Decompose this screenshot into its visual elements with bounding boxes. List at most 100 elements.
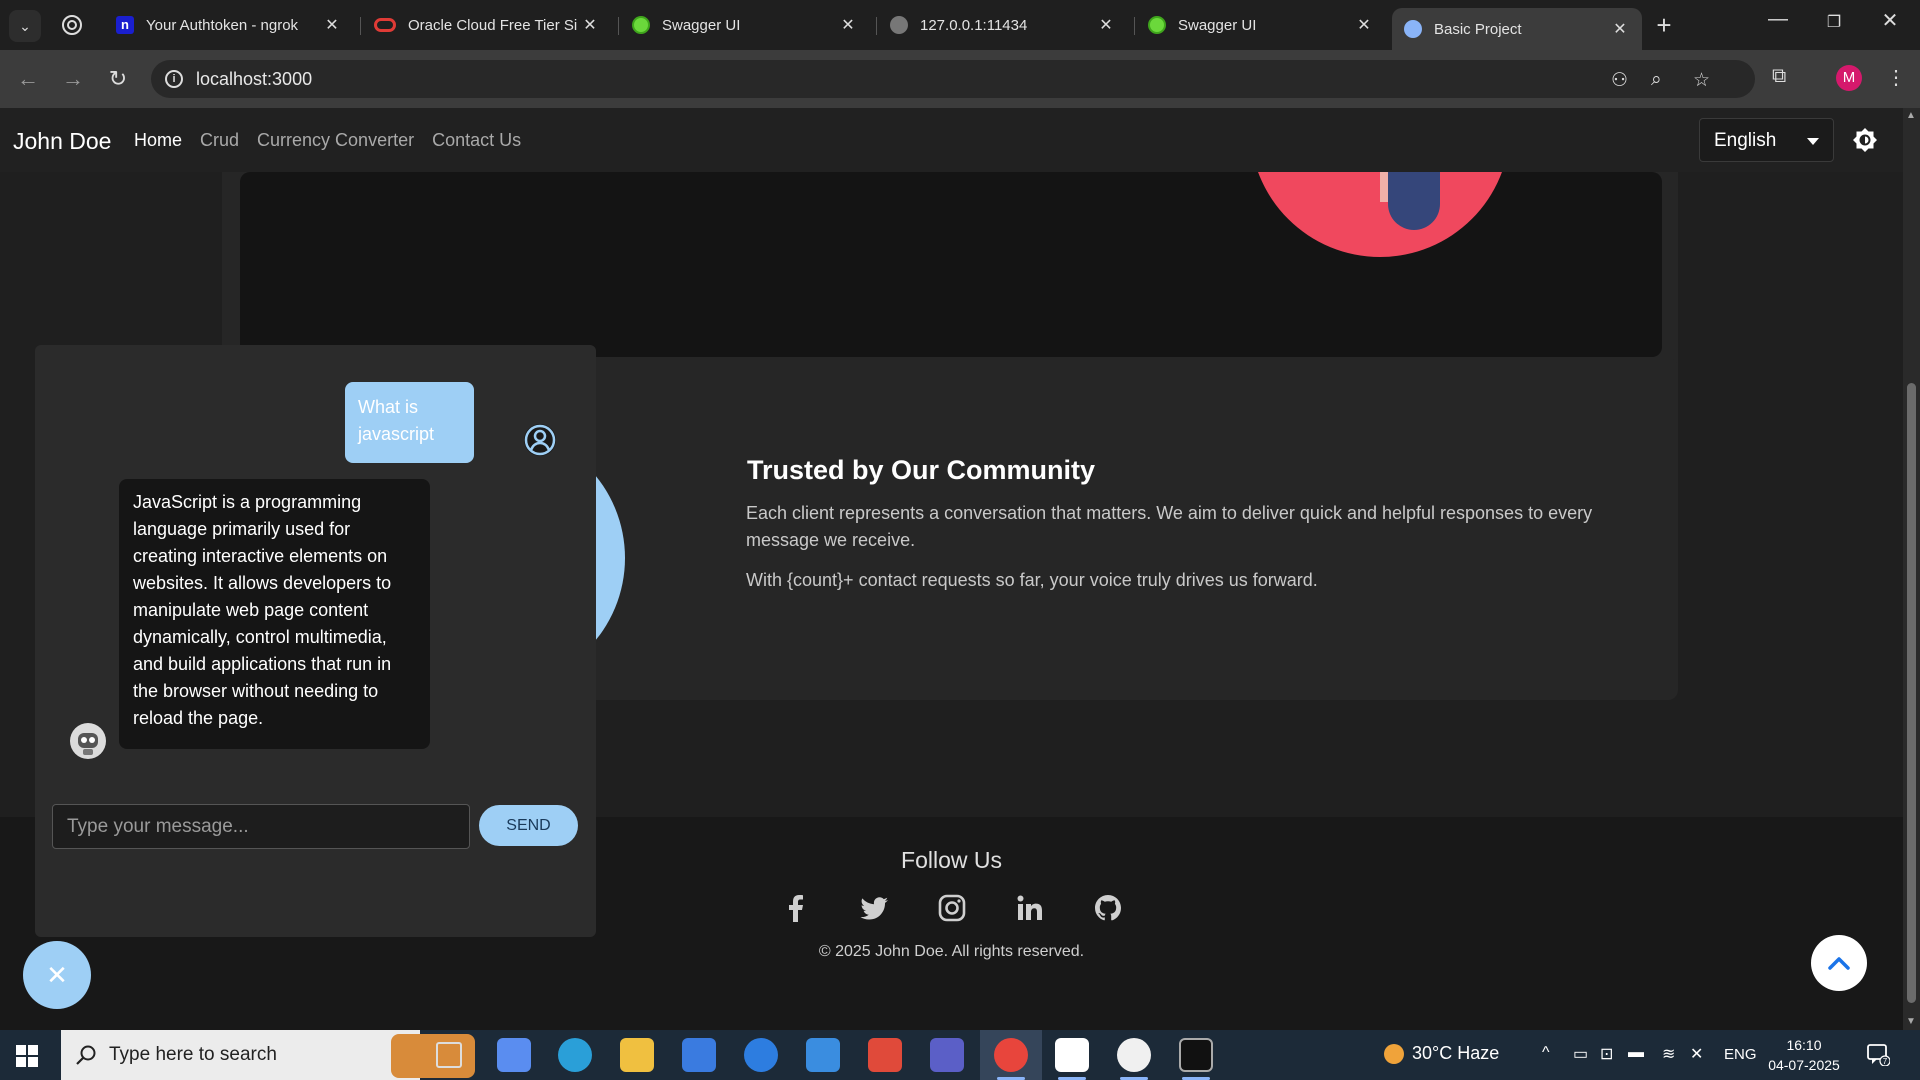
close-tab-icon[interactable]: ✕ (1354, 15, 1374, 35)
browser-tab-active[interactable]: Basic Project ✕ (1392, 8, 1642, 50)
close-tab-icon[interactable]: ✕ (838, 15, 858, 35)
windows-taskbar: Type here to search 30°C Haze ^ ▭ ⊡ ▬ ≋ … (0, 1030, 1920, 1080)
teams-icon[interactable] (930, 1038, 964, 1072)
tab-title: Swagger UI (662, 16, 741, 34)
close-window-icon[interactable]: ✕ (1870, 8, 1910, 33)
task-view-icon[interactable] (436, 1042, 462, 1068)
minimize-icon[interactable]: — (1758, 8, 1798, 31)
language-select[interactable]: English (1699, 118, 1834, 162)
bookmark-star-icon[interactable]: ☆ (1693, 69, 1710, 92)
twitter-icon[interactable] (858, 892, 890, 924)
language-value: English (1714, 130, 1777, 151)
edge-icon[interactable] (558, 1038, 592, 1072)
tab-title: Basic Project (1434, 20, 1522, 38)
scroll-down-arrow[interactable]: ▼ (1906, 1016, 1916, 1027)
tab-title: Swagger UI (1178, 16, 1257, 34)
tab-title: Your Authtoken - ngrok (146, 16, 299, 34)
profile-avatar[interactable]: M (1836, 65, 1862, 91)
browser-tab[interactable]: Swagger UI ✕ (1136, 8, 1386, 42)
app-icon[interactable] (744, 1038, 778, 1072)
copilot-icon[interactable] (497, 1038, 531, 1072)
copyright-text: © 2025 John Doe. All rights reserved. (818, 943, 1085, 960)
linkedin-icon[interactable] (1014, 892, 1046, 924)
chevron-up-icon (1828, 957, 1850, 970)
page-scrollbar[interactable]: ▲ ▼ (1903, 108, 1920, 1030)
battery-icon[interactable]: ▬ (1628, 1044, 1644, 1062)
hero-figure (1388, 172, 1440, 230)
react-icon (1404, 20, 1422, 38)
nav-home[interactable]: Home (134, 130, 182, 151)
webstorm-icon[interactable] (1055, 1038, 1089, 1072)
chatbot-window: What is javascript JavaScript is a progr… (35, 345, 596, 937)
tab-search-button[interactable]: ⌄ (9, 10, 41, 42)
new-tab-button[interactable]: + (1650, 10, 1678, 41)
display-icon[interactable]: ⊡ (1600, 1044, 1613, 1064)
site-info-icon[interactable]: i (165, 70, 183, 88)
weather-widget[interactable]: 30°C Haze (1384, 1043, 1499, 1065)
browser-tab[interactable]: Oracle Cloud Free Tier Si ✕ (362, 8, 612, 42)
input-language[interactable]: ENG (1724, 1046, 1757, 1063)
brand-logo[interactable]: John Doe (13, 128, 111, 155)
close-tab-icon[interactable]: ✕ (580, 15, 600, 35)
chrome-icon[interactable] (994, 1038, 1028, 1072)
community-description: Each client represents a conversation th… (746, 503, 1593, 550)
globe-icon (890, 16, 908, 34)
back-icon[interactable]: ← (14, 66, 42, 92)
close-tab-icon[interactable]: ✕ (1096, 15, 1116, 35)
search-highlight-illustration (391, 1034, 475, 1078)
close-tab-icon[interactable]: ✕ (322, 15, 342, 35)
address-bar[interactable]: i localhost:3000 ⚇ ⌕ ☆ (151, 60, 1755, 98)
oracle-icon (374, 18, 396, 32)
chat-message-input[interactable] (52, 804, 470, 849)
clock-time: 16:10 (1786, 1037, 1822, 1053)
browser-tab[interactable]: Swagger UI ✕ (620, 8, 870, 42)
reload-icon[interactable]: ↻ (104, 66, 132, 92)
taskbar-search[interactable]: Type here to search (61, 1030, 475, 1080)
google-lens-icon[interactable]: ⚇ (1611, 69, 1628, 92)
nav-contact-us[interactable]: Contact Us (432, 130, 521, 151)
browser-tab[interactable]: n Your Authtoken - ngrok ✕ (104, 8, 354, 42)
search-icon (76, 1045, 96, 1065)
bot-message-bubble: JavaScript is a programming language pri… (119, 479, 430, 749)
forward-icon[interactable]: → (59, 66, 87, 92)
tab-separator (360, 17, 361, 35)
clock[interactable]: 16:10 04-07-2025 (1768, 1035, 1840, 1075)
theme-toggle-icon[interactable] (1852, 127, 1878, 153)
close-chat-button[interactable]: ✕ (23, 941, 91, 1009)
send-button[interactable]: SEND (479, 805, 578, 846)
volume-muted-icon[interactable]: ✕ (1690, 1044, 1703, 1064)
wifi-icon[interactable]: ≋ (1662, 1044, 1675, 1064)
terminal-icon[interactable] (1179, 1038, 1213, 1072)
url-text[interactable]: localhost:3000 (196, 69, 312, 90)
browser-menu-icon[interactable]: ⋮ (1886, 65, 1906, 90)
user-avatar-icon (524, 424, 556, 456)
browser-tab[interactable]: 127.0.0.1:11434 ✕ (878, 8, 1128, 42)
pinned-tab-icon[interactable] (60, 13, 84, 37)
tab-title: Oracle Cloud Free Tier Si (408, 16, 578, 34)
file-explorer-icon[interactable] (620, 1038, 654, 1072)
facebook-icon[interactable] (780, 892, 812, 924)
scroll-up-arrow[interactable]: ▲ (1906, 110, 1916, 121)
windows-start-icon[interactable] (16, 1045, 38, 1067)
zoom-icon[interactable]: ⌕ (1651, 69, 1662, 91)
nav-crud[interactable]: Crud (200, 130, 239, 151)
meet-now-icon[interactable]: ▭ (1573, 1044, 1588, 1064)
extensions-icon[interactable]: ⧉ (1772, 65, 1786, 88)
microsoft-store-icon[interactable] (682, 1038, 716, 1072)
anydesk-icon[interactable] (868, 1038, 902, 1072)
restore-icon[interactable]: ❐ (1814, 12, 1854, 32)
browser-tab-strip: ⌄ n Your Authtoken - ngrok ✕ Oracle Clou… (0, 0, 1920, 50)
github-icon[interactable] (1092, 892, 1124, 924)
mail-icon[interactable] (806, 1038, 840, 1072)
scroll-to-top-button[interactable] (1811, 935, 1867, 991)
scrollbar-thumb[interactable] (1907, 383, 1916, 1003)
mongodb-compass-icon[interactable] (1117, 1038, 1151, 1072)
swagger-icon (632, 16, 650, 34)
close-tab-icon[interactable]: ✕ (1610, 19, 1630, 39)
instagram-icon[interactable] (936, 892, 968, 924)
chevron-up-icon[interactable]: ^ (1542, 1044, 1550, 1062)
tab-separator (618, 17, 619, 35)
notification-icon[interactable]: 7 (1866, 1042, 1890, 1066)
nav-currency-converter[interactable]: Currency Converter (257, 130, 414, 151)
chevron-down-icon (1807, 138, 1819, 145)
